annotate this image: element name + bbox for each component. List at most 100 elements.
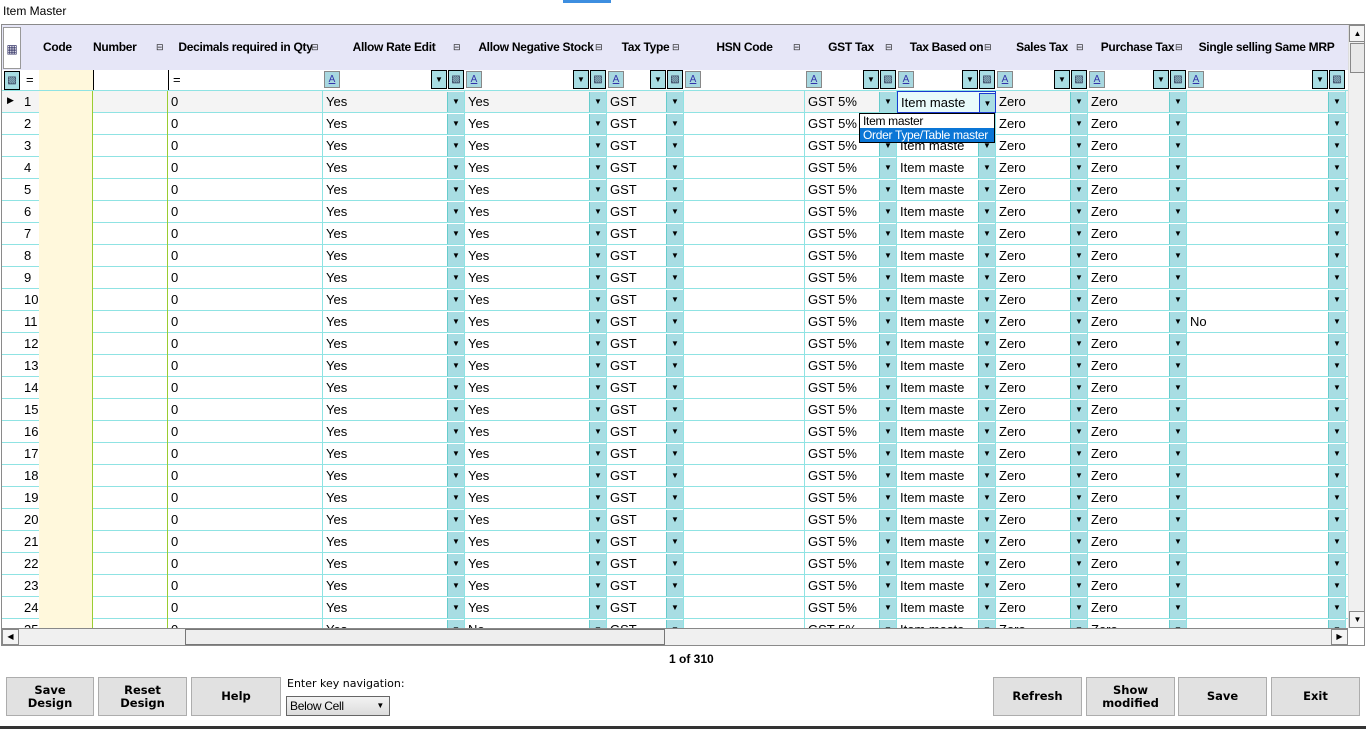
- cell-single-selling-mrp[interactable]: ▼: [1187, 245, 1346, 267]
- chevron-down-icon[interactable]: ▼: [666, 114, 683, 134]
- horizontal-scrollbar[interactable]: ◀ ▶: [2, 628, 1348, 645]
- cell-single-selling-mrp[interactable]: ▼: [1187, 135, 1346, 157]
- cell-single-selling-mrp[interactable]: ▼: [1187, 289, 1346, 311]
- chevron-down-icon[interactable]: ▼: [1070, 488, 1087, 508]
- pin-icon[interactable]: ⊟: [311, 25, 319, 70]
- chevron-down-icon[interactable]: ▼: [1070, 268, 1087, 288]
- chevron-down-icon[interactable]: ▼: [879, 510, 896, 530]
- cell-purchase-tax[interactable]: Zero ▼: [1088, 157, 1187, 179]
- table-row[interactable]: 23 0 Yes ▼ Yes ▼ GST ▼ GST 5% ▼ Item maste ▼ Zero ▼ Ze…: [2, 575, 1348, 597]
- pin-icon[interactable]: ⊟: [1175, 25, 1183, 70]
- cell-tax-type[interactable]: GST ▼: [607, 157, 684, 179]
- chevron-down-icon[interactable]: ▼: [879, 576, 896, 596]
- cell-hsn-code[interactable]: [684, 465, 805, 487]
- cell-code[interactable]: 17: [21, 443, 93, 465]
- cell-code[interactable]: 2: [21, 113, 93, 135]
- cell-negative-stock[interactable]: Yes ▼: [465, 267, 607, 289]
- chevron-down-icon[interactable]: ▼: [879, 290, 896, 310]
- save-button[interactable]: Save: [1178, 677, 1267, 716]
- cell-sales-tax[interactable]: Zero ▼: [996, 267, 1088, 289]
- cell-tax-type[interactable]: GST ▼: [607, 575, 684, 597]
- cell-tax-type[interactable]: GST ▼: [607, 289, 684, 311]
- chevron-down-icon[interactable]: ▼: [1169, 114, 1186, 134]
- chevron-down-icon[interactable]: ▼: [1169, 532, 1186, 552]
- scroll-down-button[interactable]: ▼: [1349, 611, 1364, 628]
- cell-sales-tax[interactable]: Zero ▼: [996, 399, 1088, 421]
- cell-negative-stock[interactable]: Yes ▼: [465, 223, 607, 245]
- table-row[interactable]: 5 0 Yes ▼ Yes ▼ GST ▼ GST 5% ▼ Item maste ▼ Zero ▼ Zer…: [2, 179, 1348, 201]
- cell-number[interactable]: [93, 333, 168, 355]
- cell-decimals[interactable]: 0: [168, 421, 323, 443]
- table-row[interactable]: 14 0 Yes ▼ Yes ▼ GST ▼ GST 5% ▼ Item maste ▼ Zero ▼ Ze…: [2, 377, 1348, 399]
- filter-dropdown-icon[interactable]: ▼: [1054, 70, 1070, 89]
- cell-code[interactable]: 5: [21, 179, 93, 201]
- chevron-down-icon[interactable]: ▼: [589, 268, 606, 288]
- filter-text-icon[interactable]: A: [898, 71, 914, 88]
- cell-number[interactable]: [93, 399, 168, 421]
- cell-sales-tax[interactable]: Zero ▼: [996, 509, 1088, 531]
- table-row[interactable]: 9 0 Yes ▼ Yes ▼ GST ▼ GST 5% ▼ Item maste ▼ Zero ▼ Zer…: [2, 267, 1348, 289]
- table-row[interactable]: 20 0 Yes ▼ Yes ▼ GST ▼ GST 5% ▼ Item maste ▼ Zero ▼ Ze…: [2, 509, 1348, 531]
- cell-tax-type[interactable]: GST ▼: [607, 399, 684, 421]
- chevron-down-icon[interactable]: ▼: [589, 136, 606, 156]
- cell-gst-tax[interactable]: GST 5% ▼: [805, 421, 897, 443]
- chevron-down-icon[interactable]: ▼: [879, 224, 896, 244]
- chevron-down-icon[interactable]: ▼: [1169, 576, 1186, 596]
- cell-negative-stock[interactable]: Yes ▼: [465, 597, 607, 619]
- cell-code[interactable]: 12: [21, 333, 93, 355]
- table-row[interactable]: 15 0 Yes ▼ Yes ▼ GST ▼ GST 5% ▼ Item maste ▼ Zero ▼ Ze…: [2, 399, 1348, 421]
- chevron-down-icon[interactable]: ▼: [589, 334, 606, 354]
- cell-tax-based-on[interactable]: Item maste ▼: [897, 487, 996, 509]
- chevron-down-icon[interactable]: ▼: [1070, 246, 1087, 266]
- cell-sales-tax[interactable]: Zero ▼: [996, 179, 1088, 201]
- filter-text-icon[interactable]: A: [1089, 71, 1105, 88]
- cell-tax-type[interactable]: GST ▼: [607, 377, 684, 399]
- chevron-down-icon[interactable]: ▼: [978, 158, 995, 178]
- filter-text-icon[interactable]: A: [1188, 71, 1204, 88]
- table-row[interactable]: 12 0 Yes ▼ Yes ▼ GST ▼ GST 5% ▼ Item maste ▼ Zero ▼ Ze…: [2, 333, 1348, 355]
- cell-hsn-code[interactable]: [684, 311, 805, 333]
- cell-tax-based-on[interactable]: Item maste ▼: [897, 399, 996, 421]
- chevron-down-icon[interactable]: ▼: [1328, 246, 1345, 266]
- chevron-down-icon[interactable]: ▼: [1169, 400, 1186, 420]
- cell-hsn-code[interactable]: [684, 91, 805, 113]
- cell-gst-tax[interactable]: GST 5% ▼: [805, 531, 897, 553]
- filter-dropdown-icon[interactable]: ▼: [431, 70, 447, 89]
- chevron-down-icon[interactable]: ▼: [879, 378, 896, 398]
- cell-gst-tax[interactable]: GST 5% ▼: [805, 201, 897, 223]
- chevron-down-icon[interactable]: ▼: [666, 378, 683, 398]
- cell-code[interactable]: 7: [21, 223, 93, 245]
- cell-gst-tax[interactable]: GST 5% ▼: [805, 553, 897, 575]
- cell-rate-edit[interactable]: Yes ▼: [323, 113, 465, 135]
- chevron-down-icon[interactable]: ▼: [1328, 378, 1345, 398]
- cell-single-selling-mrp[interactable]: ▼: [1187, 575, 1346, 597]
- table-row[interactable]: 10 0 Yes ▼ Yes ▼ GST ▼ GST 5% ▼ Item maste ▼ Zero ▼ Ze…: [2, 289, 1348, 311]
- chevron-down-icon[interactable]: ▼: [1328, 334, 1345, 354]
- cell-code[interactable]: 20: [21, 509, 93, 531]
- table-row[interactable]: ▶ 1 0 Yes ▼ Yes ▼ GST ▼ GST 5% ▼ Item maste ▼ Zero ▼ Ze…: [2, 91, 1348, 113]
- chevron-down-icon[interactable]: ▼: [1328, 576, 1345, 596]
- cell-decimals[interactable]: 0: [168, 487, 323, 509]
- cell-code[interactable]: 10: [21, 289, 93, 311]
- chevron-down-icon[interactable]: ▼: [978, 334, 995, 354]
- chevron-down-icon[interactable]: ▼: [447, 378, 464, 398]
- cell-single-selling-mrp[interactable]: No ▼: [1187, 311, 1346, 333]
- cell-negative-stock[interactable]: Yes ▼: [465, 157, 607, 179]
- chevron-down-icon[interactable]: ▼: [1169, 598, 1186, 618]
- cell-purchase-tax[interactable]: Zero ▼: [1088, 201, 1187, 223]
- cell-purchase-tax[interactable]: Zero ▼: [1088, 465, 1187, 487]
- pin-icon[interactable]: ⊟: [453, 25, 461, 70]
- cell-purchase-tax[interactable]: Zero ▼: [1088, 245, 1187, 267]
- chevron-down-icon[interactable]: ▼: [589, 576, 606, 596]
- chevron-down-icon[interactable]: ▼: [1169, 356, 1186, 376]
- chevron-down-icon[interactable]: ▼: [879, 158, 896, 178]
- filter-dropdown-icon[interactable]: ▼: [1312, 70, 1328, 89]
- cell-decimals[interactable]: 0: [168, 465, 323, 487]
- chevron-down-icon[interactable]: ▼: [447, 510, 464, 530]
- chevron-down-icon[interactable]: ▼: [589, 510, 606, 530]
- cell-rate-edit[interactable]: Yes ▼: [323, 553, 465, 575]
- chevron-down-icon[interactable]: ▼: [447, 136, 464, 156]
- cell-rate-edit[interactable]: Yes ▼: [323, 223, 465, 245]
- cell-negative-stock[interactable]: Yes ▼: [465, 399, 607, 421]
- chevron-down-icon[interactable]: ▼: [978, 312, 995, 332]
